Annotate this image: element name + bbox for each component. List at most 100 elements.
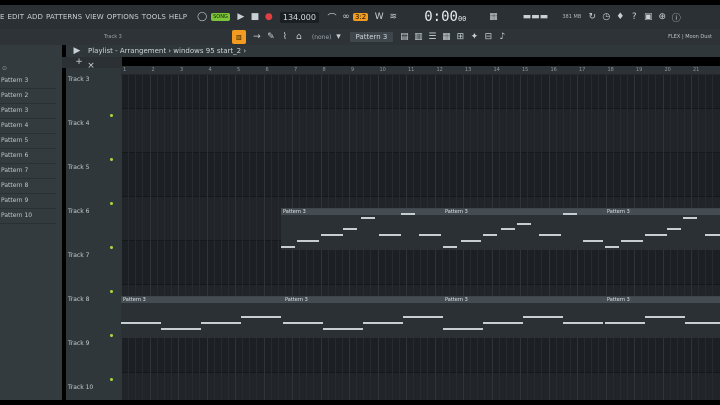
note-bar: [443, 246, 457, 248]
help-icon[interactable]: ?: [627, 10, 641, 24]
menu-tools[interactable]: TOOLS: [142, 13, 166, 21]
clip-title: Pattern 3: [443, 297, 605, 303]
refresh-icon[interactable]: ↻: [585, 10, 599, 24]
note-bar: [483, 322, 523, 324]
menu-help[interactable]: HELP: [169, 13, 187, 21]
track-label[interactable]: Track 3: [68, 76, 89, 83]
pattern-item[interactable]: Pattern 5: [0, 137, 56, 149]
track-mute-led[interactable]: [110, 158, 113, 161]
grid-line: [163, 75, 165, 400]
grid-line: [135, 75, 137, 400]
pattern-clip[interactable]: Pattern 3: [281, 208, 443, 250]
stop-icon[interactable]: ■: [248, 10, 262, 24]
master-volume-knob-icon[interactable]: ◯: [195, 10, 209, 24]
record-icon[interactable]: ●: [262, 10, 276, 24]
browser-icon[interactable]: ⊞: [453, 30, 467, 44]
play-icon[interactable]: ▶: [234, 10, 248, 24]
ruler-tick: 7: [294, 67, 298, 73]
timeline-ruler[interactable]: 1 2 3 4 5 6 7 8 9 10 11 12 13 14 15 16 17 18 19 20 21: [121, 66, 720, 75]
pattern-item[interactable]: Pattern 2: [0, 92, 56, 104]
record-settings-icon[interactable]: ⊟: [481, 30, 495, 44]
channel-rack-icon[interactable]: ▤: [397, 30, 411, 44]
pattern-clip[interactable]: Pattern 3: [443, 296, 605, 338]
time-main: 0:00: [424, 9, 458, 25]
pattern-item[interactable]: Pattern 8: [0, 182, 56, 194]
menu-add[interactable]: ADD: [27, 13, 43, 21]
pattern-clip[interactable]: Pattern 3: [605, 208, 720, 250]
none-dropdown[interactable]: (none): [312, 34, 332, 41]
note-bar: [241, 316, 281, 318]
grid-line: [178, 75, 179, 400]
track-mute-led[interactable]: [110, 290, 113, 293]
brush-icon[interactable]: ⌇: [278, 30, 292, 44]
stamp-icon[interactable]: ⌂: [292, 30, 306, 44]
grid-line: [277, 75, 279, 400]
track-mute-led[interactable]: [110, 334, 113, 337]
blend-icon[interactable]: W: [372, 10, 386, 24]
info-icon[interactable]: ⓘ: [669, 10, 683, 24]
chevron-down-icon[interactable]: ▾: [332, 30, 346, 44]
pattern-item[interactable]: Pattern 3: [0, 107, 56, 119]
note-bar: [461, 240, 481, 242]
pencil-icon[interactable]: ✎: [264, 30, 278, 44]
arrow-right-icon[interactable]: →: [250, 30, 264, 44]
track-mute-led[interactable]: [110, 378, 113, 381]
metronome-icon[interactable]: ⌒: [325, 10, 339, 24]
pattern-item[interactable]: Pattern 4: [0, 122, 56, 134]
song-mode-toggle[interactable]: SONG: [211, 13, 230, 21]
menu-view[interactable]: VIEW: [85, 13, 104, 21]
track-label[interactable]: Track 5: [68, 164, 89, 171]
pattern-item[interactable]: Pattern 10: [0, 212, 56, 224]
grid-line: [270, 75, 272, 400]
playlist-grid[interactable]: Pattern 3 Pattern 3 Pattern 3 Pattern 3 Patt…: [121, 75, 720, 400]
pattern-picker-icon[interactable]: ▦: [486, 10, 500, 24]
pattern-clip[interactable]: Pattern 3: [443, 208, 605, 250]
grid-line: [249, 75, 251, 400]
clock-icon[interactable]: ◷: [599, 10, 613, 24]
snap-value[interactable]: 3:2: [352, 13, 369, 21]
track-label[interactable]: Track 10: [68, 384, 93, 391]
note-bar: [517, 223, 531, 225]
menu-bar: E EDIT ADD PATTERNS VIEW OPTIONS TOOLS H…: [0, 13, 187, 21]
menu-edit[interactable]: EDIT: [8, 13, 25, 21]
track-mute-led[interactable]: [110, 202, 113, 205]
menu-file[interactable]: E: [0, 13, 5, 21]
pattern-clip[interactable]: Pattern 3: [121, 296, 283, 338]
track-label[interactable]: Track 4: [68, 120, 89, 127]
mixer-icon[interactable]: ☰: [425, 30, 439, 44]
note-bar: [563, 322, 603, 324]
pattern-selector[interactable]: Pattern 3: [349, 32, 394, 42]
track-label[interactable]: Track 6: [68, 208, 89, 215]
piano-roll-icon[interactable]: ▥: [411, 30, 425, 44]
plugin-icon[interactable]: ✦: [467, 30, 481, 44]
pattern-item[interactable]: Pattern 6: [0, 152, 56, 164]
loop-record-icon[interactable]: ≋: [386, 10, 400, 24]
sound-icon[interactable]: ♪: [495, 30, 509, 44]
track-header-column: Track 3 Track 4 Track 5 Track 6 Track 7 …: [66, 68, 121, 400]
track-label[interactable]: Track 8: [68, 296, 89, 303]
pattern-item[interactable]: Pattern 9: [0, 197, 56, 209]
save-icon[interactable]: ▣: [641, 10, 655, 24]
tempo-display[interactable]: 134.000: [279, 11, 319, 23]
pattern-clip[interactable]: Pattern 3: [283, 296, 443, 338]
playlist-icon[interactable]: ▦: [439, 30, 453, 44]
pattern-item[interactable]: Pattern 7: [0, 167, 56, 179]
track-mute-led[interactable]: [110, 246, 113, 249]
mic-icon[interactable]: ♦: [613, 10, 627, 24]
fl-logo-icon: ▥: [231, 30, 246, 44]
pattern-clip[interactable]: Pattern 3: [605, 296, 720, 338]
wait-icon[interactable]: ∞: [339, 10, 353, 24]
track-label[interactable]: Track 7: [68, 252, 89, 259]
grid-line: [121, 75, 122, 400]
clip-title: Pattern 3: [281, 209, 443, 215]
menu-patterns[interactable]: PATTERNS: [46, 13, 82, 21]
track-mute-led[interactable]: [110, 114, 113, 117]
pattern-item[interactable]: Pattern 3: [0, 77, 56, 89]
playlist-breadcrumb[interactable]: Playlist - Arrangement › windows 95 star…: [88, 47, 246, 55]
track-label[interactable]: Track 9: [68, 340, 89, 347]
note-bar: [379, 234, 401, 236]
note-bar: [443, 328, 483, 330]
ruler-tick: 6: [265, 67, 269, 73]
menu-options[interactable]: OPTIONS: [107, 13, 139, 21]
download-icon[interactable]: ⊕: [655, 10, 669, 24]
